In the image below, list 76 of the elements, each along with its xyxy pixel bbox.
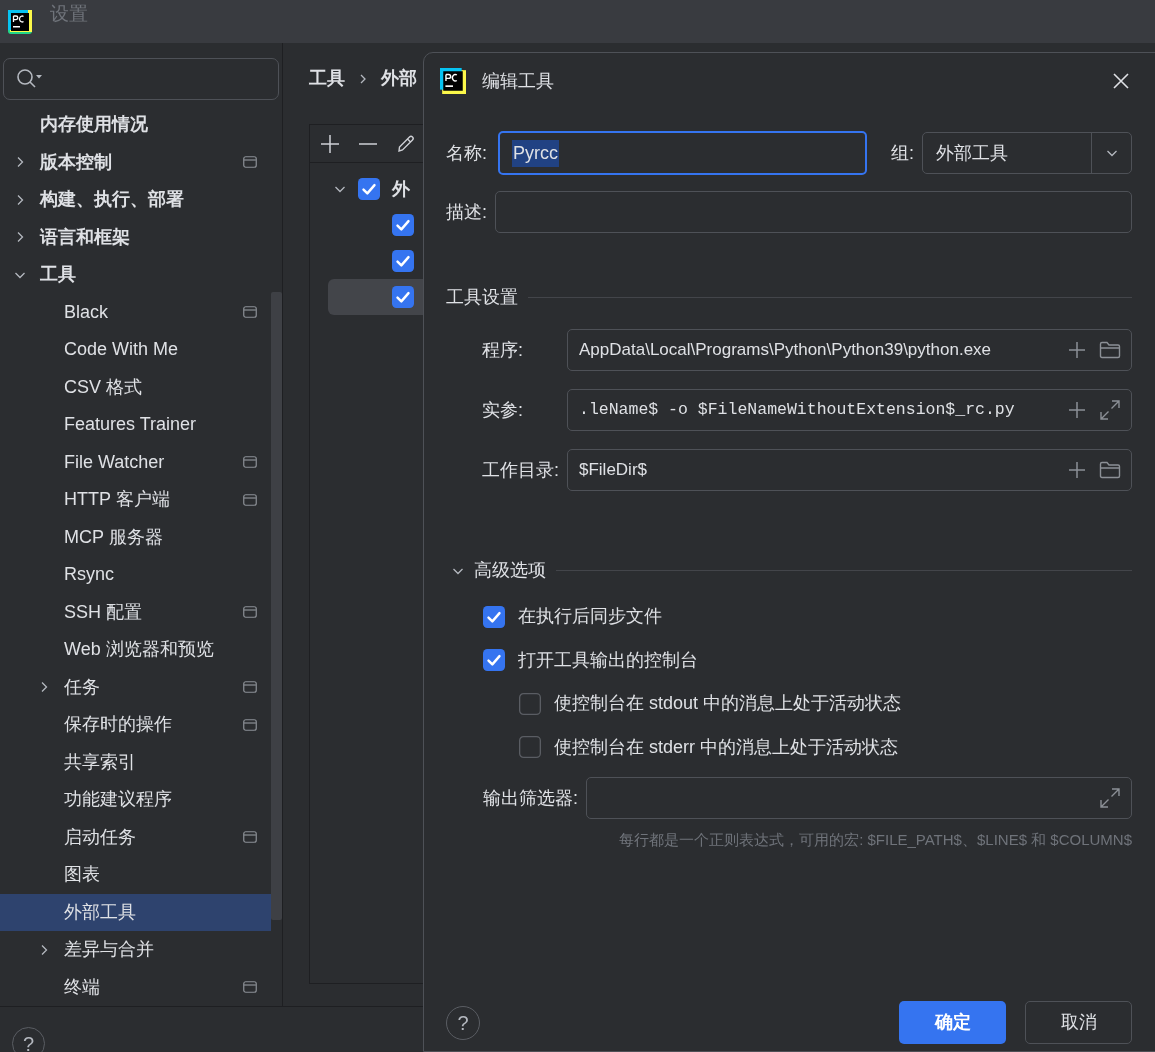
- sidebar-item[interactable]: File Watcher: [0, 443, 271, 481]
- description-field[interactable]: [495, 191, 1132, 233]
- checkbox-label[interactable]: 在执行后同步文件: [518, 603, 662, 631]
- checkbox[interactable]: [519, 692, 541, 715]
- path-field[interactable]: AppData\Local\Programs\Python\Python39\python.exe: [567, 329, 1132, 371]
- plus-icon[interactable]: [1067, 400, 1087, 420]
- checkbox[interactable]: [483, 605, 505, 628]
- sidebar-item[interactable]: Features Trainer: [0, 406, 271, 444]
- checkbox[interactable]: [483, 649, 505, 672]
- checkbox[interactable]: [358, 178, 380, 200]
- sidebar-item[interactable]: SSH 配置: [0, 593, 271, 631]
- checkbox[interactable]: [392, 250, 414, 272]
- field-label: 名称:: [446, 141, 488, 165]
- app-logo-icon: [8, 9, 32, 34]
- name-field[interactable]: Pyrcc: [498, 131, 867, 175]
- field-label: 实参:: [482, 398, 524, 422]
- sidebar-item[interactable]: Web 浏览器和预览: [0, 631, 271, 669]
- sidebar-item[interactable]: 终端: [0, 968, 271, 1006]
- sidebar-item[interactable]: 启动任务: [0, 818, 271, 856]
- plus-icon[interactable]: [1067, 460, 1087, 480]
- sidebar-item[interactable]: 内存使用情况: [0, 106, 271, 144]
- path-field[interactable]: $FileDir$: [567, 449, 1132, 491]
- folder-icon[interactable]: [1099, 340, 1121, 360]
- sidebar-item[interactable]: 共享索引: [0, 743, 271, 781]
- search-icon: [16, 68, 44, 90]
- scrollbar[interactable]: [271, 292, 282, 920]
- checkbox[interactable]: [519, 736, 541, 759]
- close-icon[interactable]: [1112, 72, 1130, 90]
- section-title: 工具设置: [446, 286, 518, 309]
- arguments-field[interactable]: .leName$ -o $FileNameWithoutExtension$_rc.py: [567, 389, 1132, 431]
- plus-icon[interactable]: [1067, 340, 1087, 360]
- field-label: 工作目录:: [482, 458, 560, 482]
- hint-text: 每行都是一个正则表达式，可用的宏: $FILE_PATH$、$LINE$ 和 $COLUMN$: [619, 830, 1132, 850]
- add-icon[interactable]: [320, 133, 340, 154]
- window-title: 设置: [50, 2, 88, 27]
- breadcrumb-separator-icon: [359, 72, 367, 85]
- sidebar-item[interactable]: HTTP 客户端: [0, 481, 271, 519]
- breadcrumb-item[interactable]: 工具: [309, 65, 345, 92]
- output-filter-field[interactable]: [586, 777, 1132, 819]
- sidebar-item[interactable]: 任务: [0, 668, 271, 706]
- folder-icon[interactable]: [1099, 460, 1121, 480]
- sidebar-item[interactable]: 构建、执行、部署: [0, 181, 271, 219]
- sidebar-item[interactable]: MCP 服务器: [0, 518, 271, 556]
- ok-button[interactable]: 确定: [899, 1001, 1006, 1044]
- field-label: 组:: [891, 141, 915, 165]
- checkbox[interactable]: [392, 286, 414, 308]
- search-field[interactable]: [3, 58, 279, 100]
- sidebar-item[interactable]: 保存时的操作: [0, 706, 271, 744]
- section-title: 高级选项: [474, 559, 546, 582]
- breadcrumb-item[interactable]: 外部: [381, 65, 417, 92]
- sidebar-item[interactable]: 图表: [0, 856, 271, 894]
- field-label: 描述:: [446, 200, 488, 224]
- field-label: 输出筛选器:: [483, 786, 579, 810]
- sidebar-item[interactable]: CSV 格式: [0, 368, 271, 406]
- field-label: 程序:: [482, 338, 524, 362]
- sidebar-item[interactable]: 工具: [0, 256, 271, 294]
- sidebar-item[interactable]: 版本控制: [0, 143, 271, 181]
- checkbox-label[interactable]: 使控制台在 stdout 中的消息上处于活动状态: [554, 690, 902, 718]
- sidebar-item[interactable]: Code With Me: [0, 331, 271, 369]
- app-logo-icon: [440, 68, 466, 94]
- checkbox-label[interactable]: 使控制台在 stderr 中的消息上处于活动状态: [554, 733, 898, 761]
- sidebar-item[interactable]: 语言和框架: [0, 218, 271, 256]
- pencil-icon[interactable]: [396, 133, 416, 154]
- sidebar-item[interactable]: Black: [0, 293, 271, 331]
- cancel-button[interactable]: 取消: [1025, 1001, 1132, 1044]
- sidebar-item[interactable]: 差异与合并: [0, 931, 271, 969]
- sidebar-item[interactable]: Rsync: [0, 556, 271, 594]
- sidebar-item[interactable]: 功能建议程序: [0, 781, 271, 819]
- checkbox-label[interactable]: 打开工具输出的控制台: [518, 646, 698, 674]
- expand-icon[interactable]: [1099, 399, 1121, 421]
- dialog-title: 编辑工具: [482, 69, 555, 93]
- group-dropdown[interactable]: 外部工具: [922, 132, 1132, 174]
- expand-icon[interactable]: [1099, 787, 1121, 809]
- sidebar-item[interactable]: 外部工具: [0, 893, 271, 931]
- checkbox[interactable]: [392, 214, 414, 236]
- tool-group-label: 外: [392, 177, 410, 201]
